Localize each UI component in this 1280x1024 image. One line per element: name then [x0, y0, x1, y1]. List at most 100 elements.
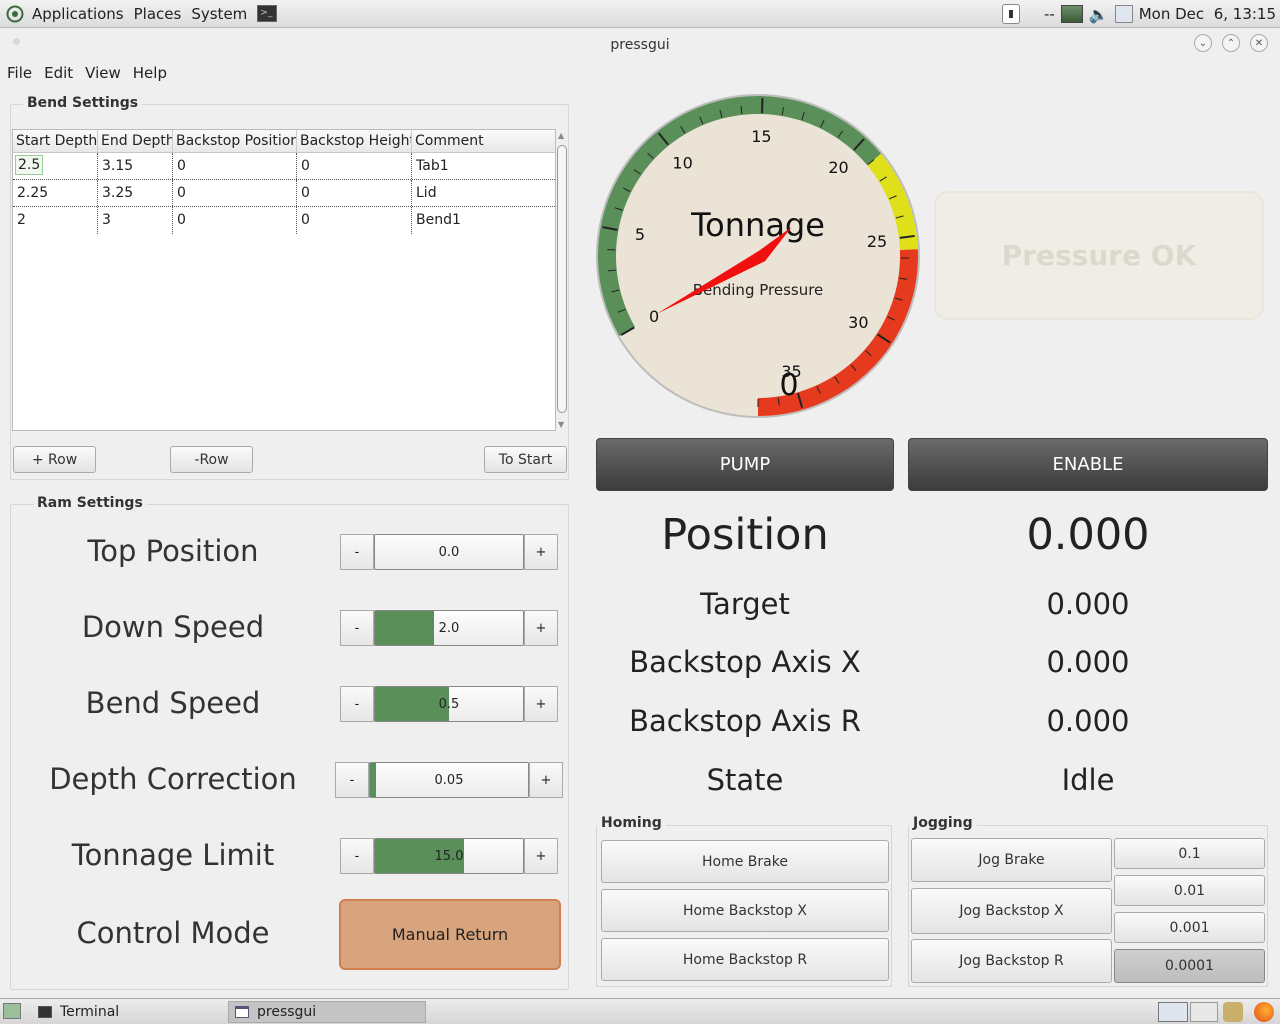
table-cell[interactable]: 2.25: [13, 180, 98, 206]
workspace-switcher-icon[interactable]: [1158, 1002, 1188, 1022]
table-cell[interactable]: 3.25: [98, 180, 173, 206]
taskbar-item-terminal[interactable]: Terminal: [32, 1001, 228, 1023]
table-scrollbar[interactable]: ▲ ▼: [556, 129, 568, 431]
bend-speed-label: Bend Speed: [85, 686, 261, 720]
pressure-ok-indicator: Pressure OK: [934, 191, 1264, 320]
places-menu[interactable]: Places: [134, 5, 182, 23]
file-menu[interactable]: File: [7, 64, 32, 82]
tonnage-limit-bar[interactable]: 15.0: [374, 838, 524, 874]
decrement-button[interactable]: -: [335, 762, 369, 798]
scrollbar-thumb[interactable]: [557, 145, 567, 413]
table-cell[interactable]: 0: [173, 180, 297, 206]
device-icon[interactable]: [1001, 4, 1020, 24]
help-menu[interactable]: Help: [133, 64, 167, 82]
down-speed-spinner: - 2.0 +: [340, 610, 558, 646]
user-icon[interactable]: [1114, 5, 1133, 23]
gauge-tick-label: 10: [672, 154, 692, 173]
jog-backstop-x-button[interactable]: Jog Backstop X: [911, 888, 1112, 934]
column-header[interactable]: End Depth: [98, 130, 173, 152]
backstop-r-value: 0.000: [1046, 704, 1130, 738]
terminal-launcher-icon[interactable]: >_: [257, 5, 278, 22]
bend-speed-bar[interactable]: 0.5: [374, 686, 524, 722]
backstop-r-label: Backstop Axis R: [629, 704, 861, 738]
table-cell[interactable]: Tab1: [412, 153, 555, 179]
jog-brake-button[interactable]: Jog Brake: [911, 838, 1112, 882]
home-backstop-r-button[interactable]: Home Backstop R: [601, 938, 889, 981]
table-row[interactable]: 2 3 0 0 Bend1: [13, 207, 555, 234]
show-desktop-icon[interactable]: [3, 1003, 21, 1019]
view-menu[interactable]: View: [85, 64, 121, 82]
gauge-tick-label: 25: [867, 232, 887, 251]
enable-button[interactable]: ENABLE: [908, 438, 1268, 491]
column-header[interactable]: Backstop Height: [297, 130, 412, 152]
increment-button[interactable]: +: [524, 534, 558, 570]
top-panel: Applications Places System >_ -- 🔈 Mon D…: [0, 0, 1280, 28]
firefox-icon[interactable]: [1254, 1002, 1274, 1022]
system-menu[interactable]: System: [191, 5, 247, 23]
jog-backstop-r-button[interactable]: Jog Backstop R: [911, 939, 1112, 983]
table-cell[interactable]: 2: [13, 207, 98, 234]
decrement-button[interactable]: -: [340, 838, 374, 874]
applications-menu[interactable]: Applications: [32, 5, 124, 23]
table-cell[interactable]: 0: [173, 153, 297, 179]
home-backstop-x-button[interactable]: Home Backstop X: [601, 889, 889, 932]
table-cell[interactable]: 3.15: [98, 153, 173, 179]
down-speed-bar[interactable]: 2.0: [374, 610, 524, 646]
to-start-button[interactable]: To Start: [484, 446, 567, 473]
volume-icon[interactable]: 🔈: [1089, 5, 1109, 24]
depth-correction-bar[interactable]: 0.05: [369, 762, 529, 798]
decrement-button[interactable]: -: [340, 610, 374, 646]
increment-button[interactable]: +: [524, 838, 558, 874]
increment-0.001-button[interactable]: 0.001: [1114, 912, 1265, 943]
down-speed-label: Down Speed: [81, 610, 265, 644]
maximize-icon[interactable]: ⌃: [1222, 34, 1240, 52]
close-icon[interactable]: ✕: [1250, 34, 1268, 52]
increment-button[interactable]: +: [524, 610, 558, 646]
decrement-button[interactable]: -: [340, 686, 374, 722]
table-cell[interactable]: 0: [297, 153, 412, 179]
scroll-down-icon[interactable]: ▼: [558, 420, 564, 429]
pet-icon[interactable]: [1223, 1002, 1243, 1022]
remove-row-button[interactable]: -Row: [170, 446, 253, 473]
workspace-2-icon[interactable]: [1190, 1002, 1218, 1022]
os-logo-icon[interactable]: [4, 3, 26, 25]
tonnage-limit-label: Tonnage Limit: [71, 838, 275, 872]
increment-0.0001-button[interactable]: 0.0001: [1114, 949, 1265, 983]
scroll-up-icon[interactable]: ▲: [558, 131, 564, 140]
control-mode-button[interactable]: Manual Return: [339, 899, 561, 970]
table-row[interactable]: 2.25 3.25 0 0 Lid: [13, 180, 555, 207]
tonnage-limit-spinner: - 15.0 +: [340, 838, 558, 874]
top-position-bar[interactable]: 0.0: [374, 534, 524, 570]
active-cell-value[interactable]: 2.5: [15, 155, 44, 175]
clock[interactable]: Mon Dec 6, 13:15: [1139, 5, 1276, 23]
taskbar-item-pressgui[interactable]: pressgui: [228, 1001, 426, 1023]
network-icon[interactable]: [1060, 5, 1083, 23]
edit-menu[interactable]: Edit: [44, 64, 73, 82]
home-brake-button[interactable]: Home Brake: [601, 840, 889, 883]
add-row-button[interactable]: + Row: [13, 446, 96, 473]
table-cell[interactable]: Bend1: [412, 207, 555, 234]
gauge-tick-label: 30: [848, 313, 868, 332]
table-cell[interactable]: 3: [98, 207, 173, 234]
increment-button[interactable]: +: [529, 762, 563, 798]
column-header[interactable]: Backstop Position: [173, 130, 297, 152]
table-cell[interactable]: 0: [297, 207, 412, 234]
pump-button[interactable]: PUMP: [596, 438, 894, 491]
window-icon: [235, 1006, 249, 1018]
table-cell[interactable]: 0: [297, 180, 412, 206]
backstop-x-label: Backstop Axis X: [629, 645, 861, 679]
column-header[interactable]: Comment: [412, 130, 555, 152]
increment-0.1-button[interactable]: 0.1: [1114, 838, 1265, 869]
column-header[interactable]: Start Depth: [13, 130, 98, 152]
table-cell[interactable]: 2.5: [13, 153, 98, 179]
control-mode-label: Control Mode: [76, 916, 270, 950]
minimize-icon[interactable]: ⌄: [1194, 34, 1212, 52]
table-row[interactable]: 2.5 3.15 0 0 Tab1: [13, 153, 555, 180]
decrement-button[interactable]: -: [340, 534, 374, 570]
system-tray: -- 🔈 Mon Dec 6, 13:15: [1001, 0, 1276, 28]
table-cell[interactable]: Lid: [412, 180, 555, 206]
increment-button[interactable]: +: [524, 686, 558, 722]
increment-0.01-button[interactable]: 0.01: [1114, 875, 1265, 906]
table-cell[interactable]: 0: [173, 207, 297, 234]
window-menu-dot-icon[interactable]: [13, 38, 20, 45]
